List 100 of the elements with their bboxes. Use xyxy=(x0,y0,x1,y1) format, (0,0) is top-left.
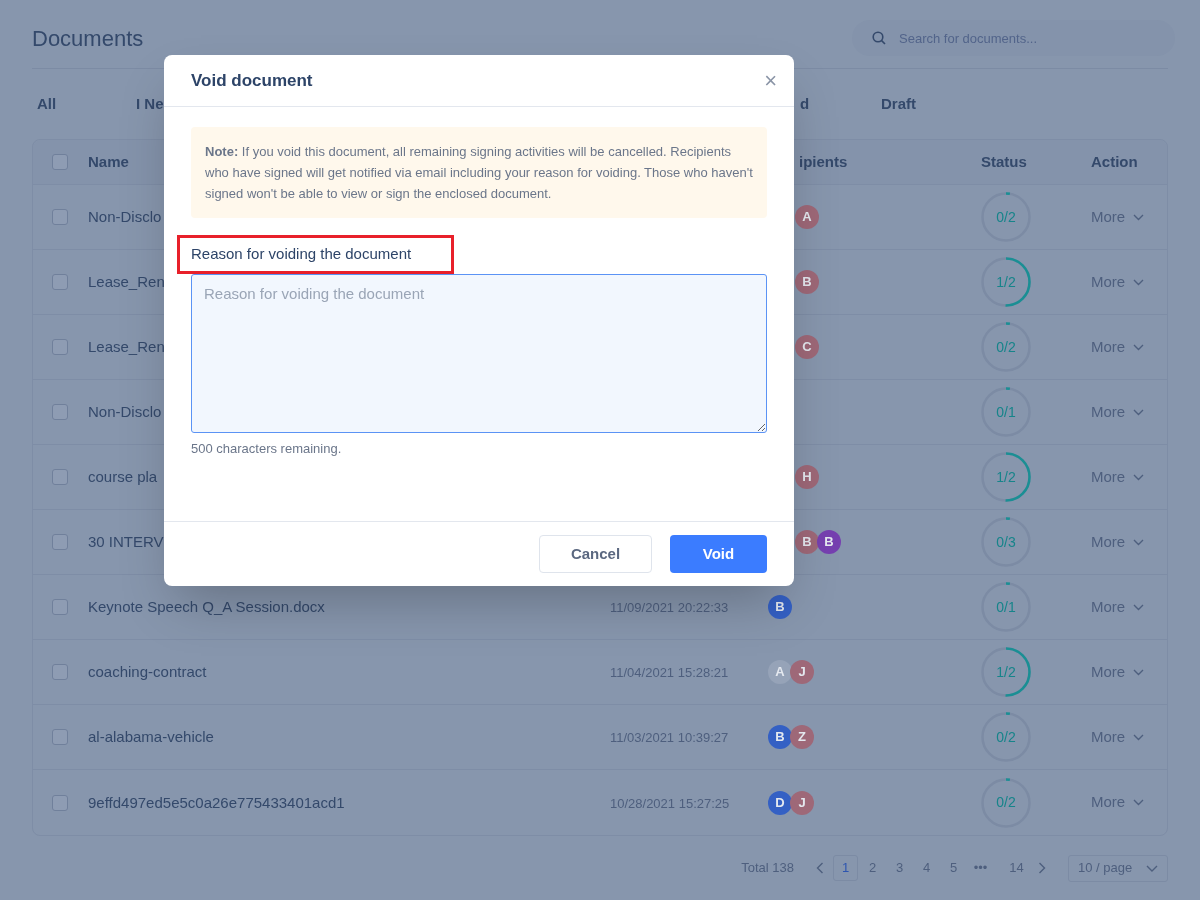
close-button[interactable]: × xyxy=(764,69,777,92)
page-title: Documents xyxy=(32,24,144,53)
more-dropdown[interactable]: More xyxy=(1091,205,1145,229)
reason-field[interactable]: Reason for voiding the document xyxy=(191,274,767,433)
page-size-select[interactable]: 10 / page xyxy=(1068,854,1168,882)
page-button[interactable]: 4 xyxy=(914,855,939,881)
chevron-down-icon xyxy=(1133,538,1145,546)
avatar: A xyxy=(768,660,792,684)
more-dropdown[interactable]: More xyxy=(1091,595,1145,619)
document-name[interactable]: Non-Disclo xyxy=(88,208,162,225)
status-text: 0/2 xyxy=(996,727,1016,747)
select-all-checkbox[interactable] xyxy=(52,154,68,170)
avatar: Z xyxy=(790,725,814,749)
status-text: 0/1 xyxy=(996,402,1016,422)
progress-ring xyxy=(981,777,1031,828)
row-checkbox[interactable] xyxy=(52,209,68,225)
page-button[interactable]: 2 xyxy=(860,855,885,881)
document-name[interactable]: Lease_Ren xyxy=(88,338,165,355)
document-name[interactable]: coaching-contract xyxy=(88,663,207,680)
page-button[interactable]: 14 xyxy=(1004,855,1029,881)
row-checkbox[interactable] xyxy=(52,274,68,290)
tab[interactable]: I Ne xyxy=(136,95,164,112)
page-button[interactable]: ••• xyxy=(968,855,993,881)
document-name[interactable]: course pla xyxy=(88,468,158,485)
avatar: J xyxy=(790,660,814,684)
chevron-down-icon xyxy=(1133,668,1145,676)
more-dropdown[interactable]: More xyxy=(1091,660,1145,684)
row-checkbox[interactable] xyxy=(52,729,68,745)
chevron-down-icon xyxy=(1133,213,1145,221)
status-text: 1/2 xyxy=(996,467,1016,487)
row-checkbox[interactable] xyxy=(52,404,68,420)
document-name[interactable]: Lease_Ren xyxy=(88,273,165,290)
void-button[interactable]: Void xyxy=(670,535,767,573)
progress-ring xyxy=(981,257,1031,307)
avatar: J xyxy=(790,790,814,815)
date-text: 10/28/2021 15:27:25 xyxy=(610,795,730,811)
page-button[interactable]: 1 xyxy=(833,855,858,881)
more-dropdown[interactable]: More xyxy=(1091,725,1145,749)
avatar: B xyxy=(795,530,819,554)
status-text: 1/2 xyxy=(996,662,1016,682)
chevron-down-icon xyxy=(1133,799,1145,806)
row-checkbox[interactable] xyxy=(52,664,68,680)
avatar: D xyxy=(768,790,792,815)
document-name[interactable]: al-alabama-vehicle xyxy=(88,728,214,745)
more-dropdown[interactable]: More xyxy=(1091,465,1145,489)
more-dropdown[interactable]: More xyxy=(1091,530,1145,554)
column-header: Action xyxy=(1091,153,1138,170)
status-text: 0/2 xyxy=(996,207,1016,227)
page-button[interactable]: 5 xyxy=(941,855,966,881)
progress-ring xyxy=(981,647,1031,697)
progress-ring xyxy=(981,192,1031,242)
row-checkbox[interactable] xyxy=(52,599,68,615)
character-counter: 500 characters remaining. xyxy=(191,440,343,458)
chevron-down-icon xyxy=(1133,278,1145,286)
progress-ring xyxy=(981,582,1031,632)
column-header: Name xyxy=(88,153,129,170)
avatar: C xyxy=(795,335,819,359)
more-dropdown[interactable]: More xyxy=(1091,400,1145,424)
row-checkbox[interactable] xyxy=(52,469,68,485)
row-checkbox[interactable] xyxy=(52,534,68,550)
status-text: 0/2 xyxy=(996,337,1016,357)
status-text: 0/3 xyxy=(996,532,1016,552)
more-dropdown[interactable]: More xyxy=(1091,791,1145,814)
status-text: 1/2 xyxy=(996,272,1016,292)
document-name[interactable]: Non-Disclo xyxy=(88,403,162,420)
document-name[interactable]: 30 INTERV xyxy=(88,533,164,550)
avatar: B xyxy=(795,270,819,294)
more-dropdown[interactable]: More xyxy=(1091,270,1145,294)
more-dropdown[interactable]: More xyxy=(1091,335,1145,359)
total-count: Total 138 xyxy=(741,859,794,878)
tab[interactable]: d xyxy=(800,95,810,112)
document-name[interactable]: 9effd497ed5e5c0a26e775433401acd1 xyxy=(88,793,345,811)
tab[interactable]: All xyxy=(37,95,57,112)
page-button[interactable]: 3 xyxy=(887,855,912,881)
note-text: Note: If you void this document, all remaining signing activities will be cancelled. Recipients who have signed will get notified via email including your reason for voiding. Those who haven't signed won't be able to view or sign the enclosed document. xyxy=(191,127,767,218)
progress-ring xyxy=(981,517,1031,567)
date-text: 11/03/2021 10:39:27 xyxy=(610,730,729,745)
dialog-title: Void document xyxy=(191,69,313,92)
status-text: 0/2 xyxy=(996,793,1016,812)
search-icon xyxy=(872,31,886,45)
field-label: Reason for voiding the document xyxy=(191,244,412,265)
previous-page-icon[interactable] xyxy=(816,862,824,874)
tab[interactable]: Draft xyxy=(881,95,916,112)
avatar: B xyxy=(817,530,841,554)
chevron-down-icon xyxy=(1133,473,1145,481)
date-text: 11/04/2021 15:28:21 xyxy=(610,665,729,680)
progress-ring xyxy=(981,387,1031,437)
cancel-button[interactable]: Cancel xyxy=(539,535,652,573)
chevron-down-icon xyxy=(1133,603,1145,611)
avatar: A xyxy=(795,205,819,229)
avatar: B xyxy=(768,725,792,749)
next-page-icon[interactable] xyxy=(1038,862,1046,874)
document-name[interactable]: Keynote Speech Q_A Session.docx xyxy=(88,598,325,615)
chevron-down-icon xyxy=(1146,864,1158,872)
progress-ring xyxy=(981,322,1031,372)
row-checkbox[interactable] xyxy=(52,794,68,811)
row-checkbox[interactable] xyxy=(52,339,68,355)
chevron-down-icon xyxy=(1133,733,1145,741)
status-text: 0/1 xyxy=(996,597,1016,617)
column-header: Status xyxy=(981,153,1027,170)
